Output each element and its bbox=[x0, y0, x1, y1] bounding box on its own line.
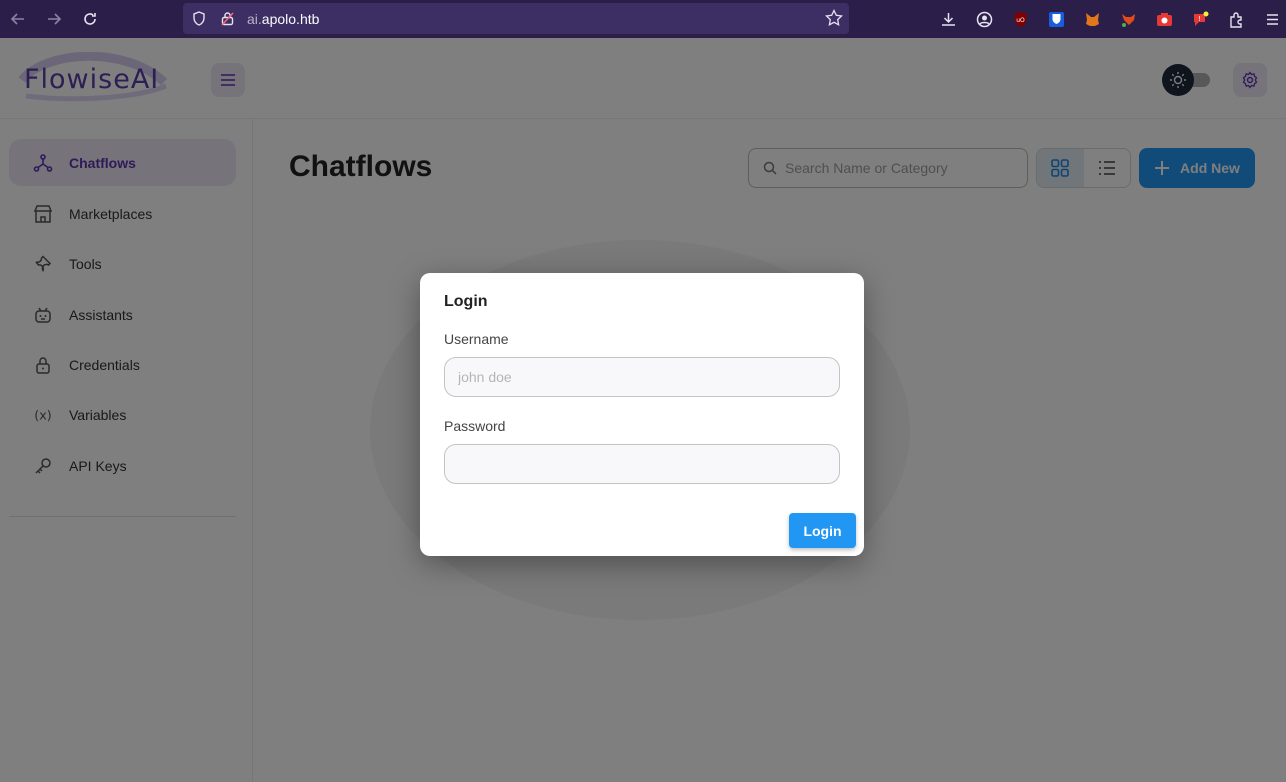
arrow-right-icon bbox=[48, 13, 62, 25]
account-icon bbox=[976, 11, 992, 27]
bitwarden-extension[interactable] bbox=[1038, 7, 1074, 31]
ublock-extension[interactable]: uO bbox=[1002, 7, 1038, 31]
screenshot-extension[interactable] bbox=[1146, 7, 1182, 31]
metamask-extension[interactable] bbox=[1074, 7, 1110, 31]
browser-toolbar: ai.apolo.htb uO ! bbox=[0, 0, 1286, 38]
svg-text:!: ! bbox=[1198, 15, 1201, 23]
reload-button[interactable] bbox=[72, 1, 108, 37]
svg-text:uO: uO bbox=[1016, 17, 1025, 24]
back-button[interactable] bbox=[0, 1, 36, 37]
reload-icon bbox=[84, 13, 96, 25]
lock-insecure-icon bbox=[219, 11, 235, 27]
forward-button[interactable] bbox=[36, 1, 72, 37]
downloads-button[interactable] bbox=[930, 7, 966, 31]
ublock-icon: uO bbox=[1014, 11, 1026, 27]
account-button[interactable] bbox=[966, 7, 1002, 31]
camera-icon bbox=[1156, 12, 1172, 26]
password-label: Password bbox=[444, 418, 506, 434]
shield-icon bbox=[191, 11, 207, 27]
app-menu-button[interactable] bbox=[1254, 7, 1286, 31]
dialog-title: Login bbox=[444, 293, 488, 310]
login-button[interactable]: Login bbox=[789, 513, 856, 548]
bitwarden-icon bbox=[1048, 11, 1064, 27]
bookmark-star-icon[interactable] bbox=[825, 9, 843, 27]
url-text: ai.apolo.htb bbox=[247, 11, 319, 27]
url-subdomain: ai. bbox=[247, 10, 262, 27]
password-input[interactable] bbox=[444, 444, 840, 484]
proxy-fox-icon bbox=[1121, 13, 1135, 27]
url-domain: apolo.htb bbox=[261, 10, 320, 27]
url-bar[interactable]: ai.apolo.htb bbox=[183, 3, 849, 34]
login-dialog: Login Username Password Login bbox=[420, 273, 864, 556]
extensions-button[interactable] bbox=[1218, 7, 1254, 31]
hamburger-icon bbox=[1266, 13, 1278, 25]
username-label: Username bbox=[444, 331, 509, 347]
alert-badge-icon: ! bbox=[1193, 11, 1208, 26]
download-icon bbox=[941, 12, 955, 26]
puzzle-icon bbox=[1229, 11, 1242, 28]
foxyproxy-extension[interactable] bbox=[1110, 7, 1146, 31]
arrow-left-icon bbox=[10, 13, 24, 25]
fox-icon bbox=[1085, 12, 1099, 26]
username-input[interactable] bbox=[444, 357, 840, 397]
notification-extension[interactable]: ! bbox=[1182, 7, 1218, 31]
